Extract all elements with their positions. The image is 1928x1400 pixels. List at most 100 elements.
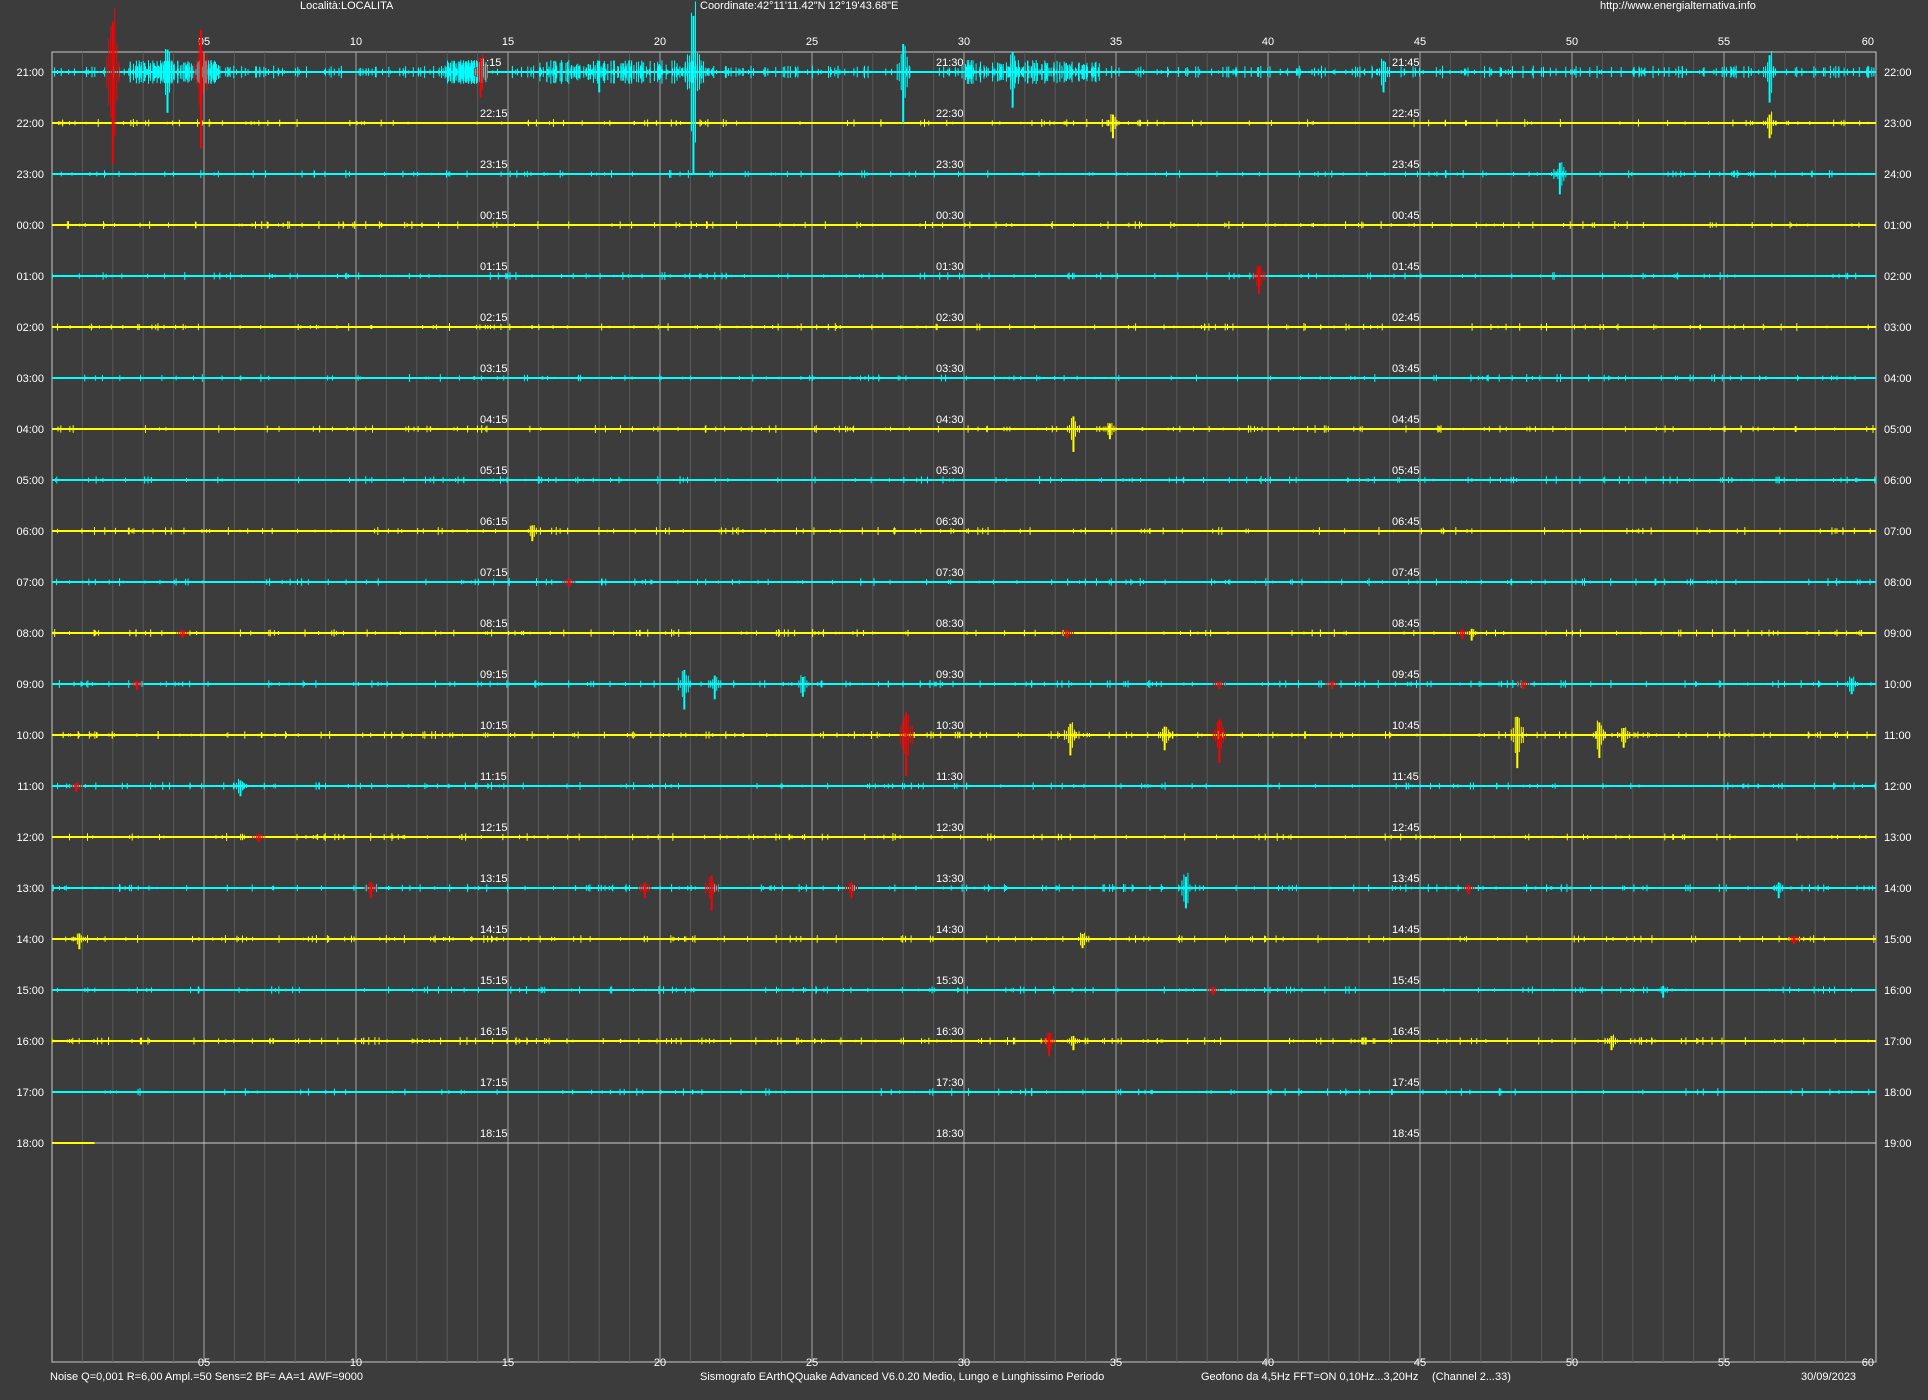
row-quarter-label: 07:30	[936, 567, 964, 579]
row-time-label-left: 21:00	[16, 67, 44, 79]
seismic-event	[899, 712, 913, 776]
seismic-event	[72, 933, 86, 950]
x-tick-label-bottom: 25	[806, 1357, 818, 1369]
row-quarter-label: 02:30	[936, 312, 964, 324]
x-tick-label-bottom: 45	[1414, 1357, 1426, 1369]
seismic-event	[1106, 114, 1120, 139]
row-time-label-right: 06:00	[1884, 475, 1912, 487]
x-tick-label-top: 15	[502, 36, 514, 48]
row-time-label-left: 15:00	[16, 985, 44, 997]
row-quarter-label: 16:15	[480, 1026, 508, 1038]
seismic-event	[1252, 266, 1266, 294]
row-quarter-label: 07:45	[1392, 567, 1420, 579]
row-time-label-right: 23:00	[1884, 118, 1912, 130]
x-tick-label-top: 25	[806, 36, 818, 48]
row-quarter-label: 10:30	[936, 720, 964, 732]
channel-label: (Channel 2...33)	[1432, 1371, 1511, 1383]
seismic-event	[638, 882, 652, 899]
row-quarter-label: 12:30	[936, 822, 964, 834]
row-time-label-left: 11:00	[17, 781, 44, 793]
row-quarter-label: 01:45	[1392, 261, 1420, 273]
seismic-event	[1066, 416, 1080, 452]
seismic-event	[1212, 719, 1226, 764]
seismic-event	[364, 882, 378, 899]
seismic-event	[130, 680, 144, 691]
row-quarter-label: 02:15	[480, 312, 508, 324]
row-quarter-label: 17:45	[1392, 1077, 1420, 1089]
row-time-label-left: 00:00	[16, 220, 44, 232]
seismic-event	[106, 7, 120, 164]
seismic-event	[796, 675, 810, 697]
seismic-event	[1763, 111, 1777, 139]
row-quarter-label: 11:30	[936, 771, 963, 783]
row-time-label-right: 07:00	[1884, 526, 1912, 538]
row-time-label-right: 17:00	[1884, 1036, 1912, 1048]
row-quarter-label: 16:30	[936, 1026, 964, 1038]
x-tick-label-bottom: 05	[198, 1357, 210, 1369]
x-tick-label-top: 30	[958, 36, 970, 48]
seismic-event	[69, 782, 83, 793]
row-time-label-right: 22:00	[1884, 67, 1912, 79]
row-quarter-label: 00:30	[936, 210, 964, 222]
seismic-event	[1076, 932, 1090, 949]
row-quarter-label: 03:45	[1392, 363, 1420, 375]
row-time-label-right: 12:00	[1884, 781, 1912, 793]
row-quarter-label: 18:15	[480, 1128, 508, 1140]
row-time-label-left: 03:00	[16, 373, 44, 385]
row-time-label-left: 06:00	[16, 526, 44, 538]
seismic-event	[1465, 628, 1479, 641]
x-tick-label-bottom: 20	[654, 1357, 666, 1369]
row-time-label-right: 18:00	[1884, 1087, 1912, 1099]
software-label: Sismografo EArthQQuake Advanced V6.0.20 …	[700, 1371, 1105, 1383]
seismic-event	[1510, 716, 1524, 769]
row-quarter-label: 13:45	[1392, 873, 1420, 885]
row-quarter-label: 11:45	[1392, 771, 1419, 783]
row-quarter-label: 12:45	[1392, 822, 1420, 834]
row-time-label-left: 12:00	[16, 832, 44, 844]
seismic-event	[1845, 676, 1859, 695]
row-quarter-label: 01:30	[936, 261, 964, 273]
x-tick-label-bottom: 35	[1110, 1357, 1122, 1369]
seismic-event	[1066, 1035, 1080, 1051]
seismic-event	[1103, 422, 1117, 440]
seismic-event	[525, 525, 539, 542]
row-time-label-left: 08:00	[16, 628, 44, 640]
row-quarter-label: 04:45	[1392, 414, 1420, 426]
row-time-label-right: 08:00	[1884, 577, 1912, 589]
x-tick-label-bottom: 15	[502, 1357, 514, 1369]
row-time-label-left: 07:00	[16, 577, 44, 589]
seismic-event	[1042, 1032, 1056, 1057]
row-quarter-label: 01:15	[480, 261, 508, 273]
x-tick-label-top: 60	[1862, 36, 1874, 48]
row-time-label-right: 14:00	[1884, 883, 1912, 895]
x-tick-label-bottom: 55	[1718, 1357, 1730, 1369]
row-quarter-label: 02:45	[1392, 312, 1420, 324]
seismic-event	[1006, 52, 1020, 108]
row-quarter-label: 08:30	[936, 618, 964, 630]
row-quarter-label: 22:45	[1392, 108, 1420, 120]
seismic-event	[1063, 722, 1077, 756]
row-quarter-label: 03:30	[936, 363, 964, 375]
row-time-label-left: 16:00	[16, 1036, 44, 1048]
seismic-event	[1325, 680, 1339, 690]
x-tick-label-bottom: 60	[1862, 1357, 1874, 1369]
seismic-event	[677, 669, 691, 710]
seismic-event	[592, 60, 606, 93]
row-quarter-label: 15:30	[936, 975, 964, 987]
row-quarter-label: 05:45	[1392, 465, 1420, 477]
row-quarter-label: 08:15	[480, 618, 508, 630]
row-time-label-left: 04:00	[16, 424, 44, 436]
row-time-label-left: 14:00	[16, 934, 44, 946]
seismic-event	[1763, 51, 1777, 103]
row-time-label-left: 05:00	[16, 475, 44, 487]
seismic-event	[176, 629, 190, 639]
seismic-event	[1553, 162, 1567, 195]
seismic-event	[845, 882, 859, 899]
seismic-event	[1516, 681, 1530, 690]
row-quarter-label: 21:30	[936, 57, 964, 69]
row-quarter-label: 04:15	[480, 414, 508, 426]
seismic-event	[1377, 58, 1391, 93]
seismic-event	[1158, 726, 1172, 751]
row-quarter-label: 09:45	[1392, 669, 1420, 681]
x-tick-label-top: 40	[1262, 36, 1274, 48]
